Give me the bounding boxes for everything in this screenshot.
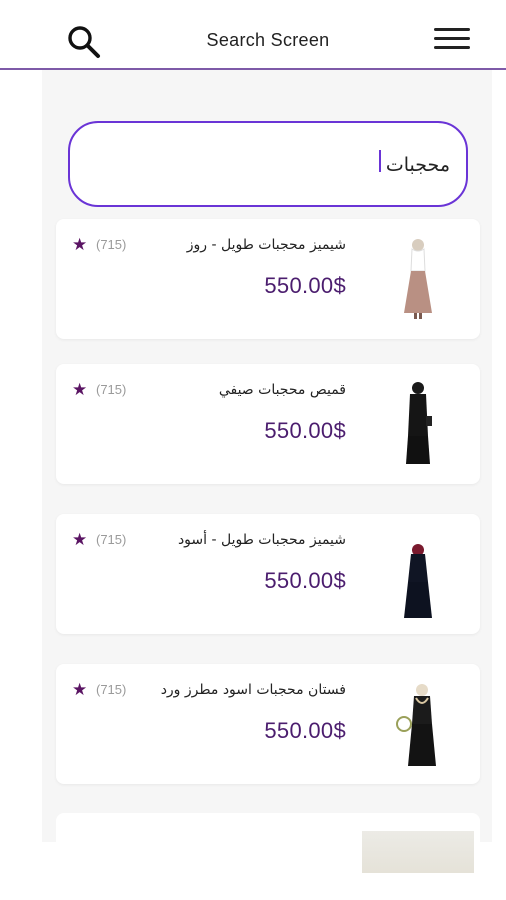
star-icon: ★ [72, 380, 88, 399]
search-input[interactable] [150, 143, 450, 187]
product-name: شيميز محجبات طويل - أسود [177, 532, 346, 548]
star-icon: ★ [72, 680, 88, 699]
product-card[interactable]: شيميز محجبات طويل - أسود 550.00$ ★ (715) [56, 514, 480, 634]
product-image[interactable] [362, 831, 474, 873]
search-icon[interactable] [66, 24, 102, 60]
product-image[interactable] [392, 676, 444, 772]
product-name: فستان محجبات اسود مطرز ورد [160, 682, 346, 698]
rating-count: (715) [96, 237, 127, 252]
product-price: 550.00$ [264, 273, 346, 298]
product-image[interactable] [392, 526, 444, 622]
product-card[interactable]: فستان محجبات اسود مطرز ورد 550.00$ ★ (71… [56, 664, 480, 784]
hamburger-menu-icon[interactable] [434, 28, 470, 54]
product-price: 550.00$ [264, 418, 346, 443]
rating-count: (715) [96, 682, 127, 697]
star-icon: ★ [72, 235, 88, 254]
product-image[interactable] [392, 376, 444, 472]
product-name: قميص محجبات صيفي [218, 382, 346, 398]
product-price: 550.00$ [264, 718, 346, 743]
product-name: شيميز محجبات طويل - روز [186, 237, 346, 253]
product-image[interactable] [392, 231, 444, 327]
product-price: 550.00$ [264, 568, 346, 593]
product-card[interactable] [56, 813, 480, 873]
app-bar: Search Screen [0, 0, 506, 70]
rating-count: (715) [96, 382, 127, 397]
product-card[interactable]: شيميز محجبات طويل - روز 550.00$ ★ (715) [56, 219, 480, 339]
text-cursor [379, 150, 381, 172]
product-card[interactable]: قميص محجبات صيفي 550.00$ ★ (715) [56, 364, 480, 484]
rating-count: (715) [96, 532, 127, 547]
page-title: Search Screen [206, 30, 330, 50]
star-icon: ★ [72, 530, 88, 549]
search-field[interactable] [68, 121, 468, 207]
